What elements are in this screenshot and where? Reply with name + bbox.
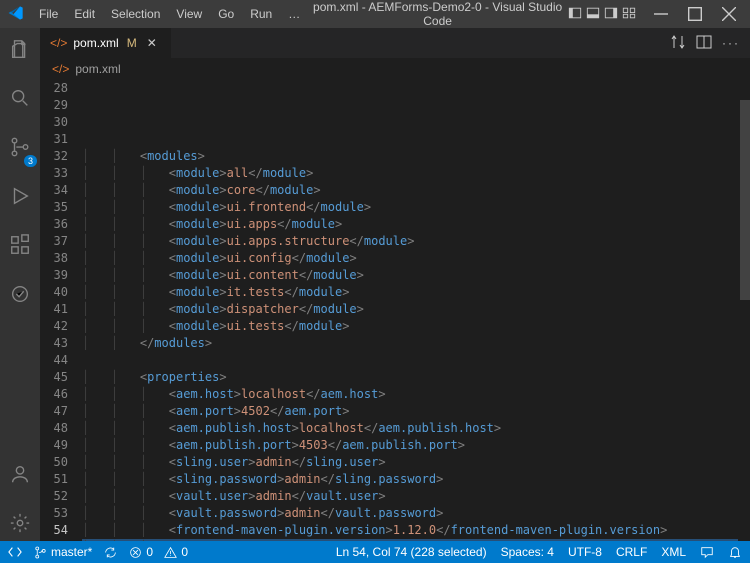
- problems[interactable]: 0 0: [129, 545, 188, 559]
- window-close-button[interactable]: [712, 0, 746, 28]
- more-actions-icon[interactable]: ···: [722, 36, 740, 50]
- indentation[interactable]: Spaces: 4: [501, 545, 554, 559]
- test-icon[interactable]: [5, 279, 35, 312]
- notifications-icon[interactable]: [728, 545, 742, 559]
- menu-more[interactable]: …: [281, 3, 307, 25]
- menu-bar: File Edit Selection View Go Run …: [32, 3, 307, 25]
- vscode-logo-icon: [8, 5, 24, 24]
- sync-icon[interactable]: [104, 546, 117, 559]
- menu-view[interactable]: View: [169, 3, 209, 25]
- toggle-secondary-sidebar-icon[interactable]: [604, 6, 618, 23]
- line-number-gutter: 2829303132333435363738394041424344454647…: [40, 80, 82, 541]
- tab-bar: </> pom.xml M ✕ ···: [40, 28, 750, 58]
- editor-group: </> pom.xml M ✕ ··· </> pom.xml 28293031…: [40, 28, 750, 541]
- xml-file-icon: </>: [52, 62, 69, 76]
- compare-changes-icon[interactable]: [670, 34, 686, 53]
- encoding[interactable]: UTF-8: [568, 545, 602, 559]
- accounts-icon[interactable]: [5, 459, 35, 492]
- customize-layout-icon[interactable]: [622, 6, 636, 23]
- code-content[interactable]: │ │ <modules>│ │ │ <module>all</module>│…: [82, 80, 750, 541]
- language-mode[interactable]: XML: [661, 545, 686, 559]
- feedback-icon[interactable]: [700, 545, 714, 559]
- tab-close-icon[interactable]: ✕: [143, 36, 161, 50]
- toggle-panel-icon[interactable]: [586, 6, 600, 23]
- menu-selection[interactable]: Selection: [104, 3, 167, 25]
- breadcrumb[interactable]: </> pom.xml: [40, 58, 750, 80]
- scm-badge: 3: [24, 155, 37, 167]
- xml-file-icon: </>: [50, 36, 67, 50]
- window-title: pom.xml - AEMForms-Demo2-0 - Visual Stud…: [307, 0, 568, 28]
- tab-pom-xml[interactable]: </> pom.xml M ✕: [40, 28, 171, 58]
- git-branch[interactable]: master*: [34, 545, 92, 559]
- source-control-icon[interactable]: 3: [5, 132, 35, 165]
- tab-modified-indicator: M: [127, 36, 137, 50]
- split-editor-icon[interactable]: [696, 34, 712, 53]
- window-minimize-button[interactable]: [644, 0, 678, 28]
- search-icon[interactable]: [5, 83, 35, 116]
- cursor-position[interactable]: Ln 54, Col 74 (228 selected): [336, 545, 487, 559]
- vertical-scrollbar[interactable]: [738, 80, 750, 541]
- activity-bar: 3: [0, 28, 40, 541]
- extensions-icon[interactable]: [5, 230, 35, 263]
- tab-label: pom.xml: [73, 36, 118, 50]
- explorer-icon[interactable]: [5, 34, 35, 67]
- title-bar: File Edit Selection View Go Run … pom.xm…: [0, 0, 750, 28]
- status-bar: master* 0 0 Ln 54, Col 74 (228 selected)…: [0, 541, 750, 563]
- menu-file[interactable]: File: [32, 3, 65, 25]
- menu-edit[interactable]: Edit: [67, 3, 102, 25]
- breadcrumb-file: pom.xml: [75, 62, 120, 76]
- toggle-primary-sidebar-icon[interactable]: [568, 6, 582, 23]
- run-debug-icon[interactable]: [5, 181, 35, 214]
- menu-go[interactable]: Go: [211, 3, 241, 25]
- eol[interactable]: CRLF: [616, 545, 647, 559]
- window-maximize-button[interactable]: [678, 0, 712, 28]
- editor[interactable]: 2829303132333435363738394041424344454647…: [40, 80, 750, 541]
- remote-indicator[interactable]: [8, 545, 22, 559]
- menu-run[interactable]: Run: [243, 3, 279, 25]
- settings-gear-icon[interactable]: [5, 508, 35, 541]
